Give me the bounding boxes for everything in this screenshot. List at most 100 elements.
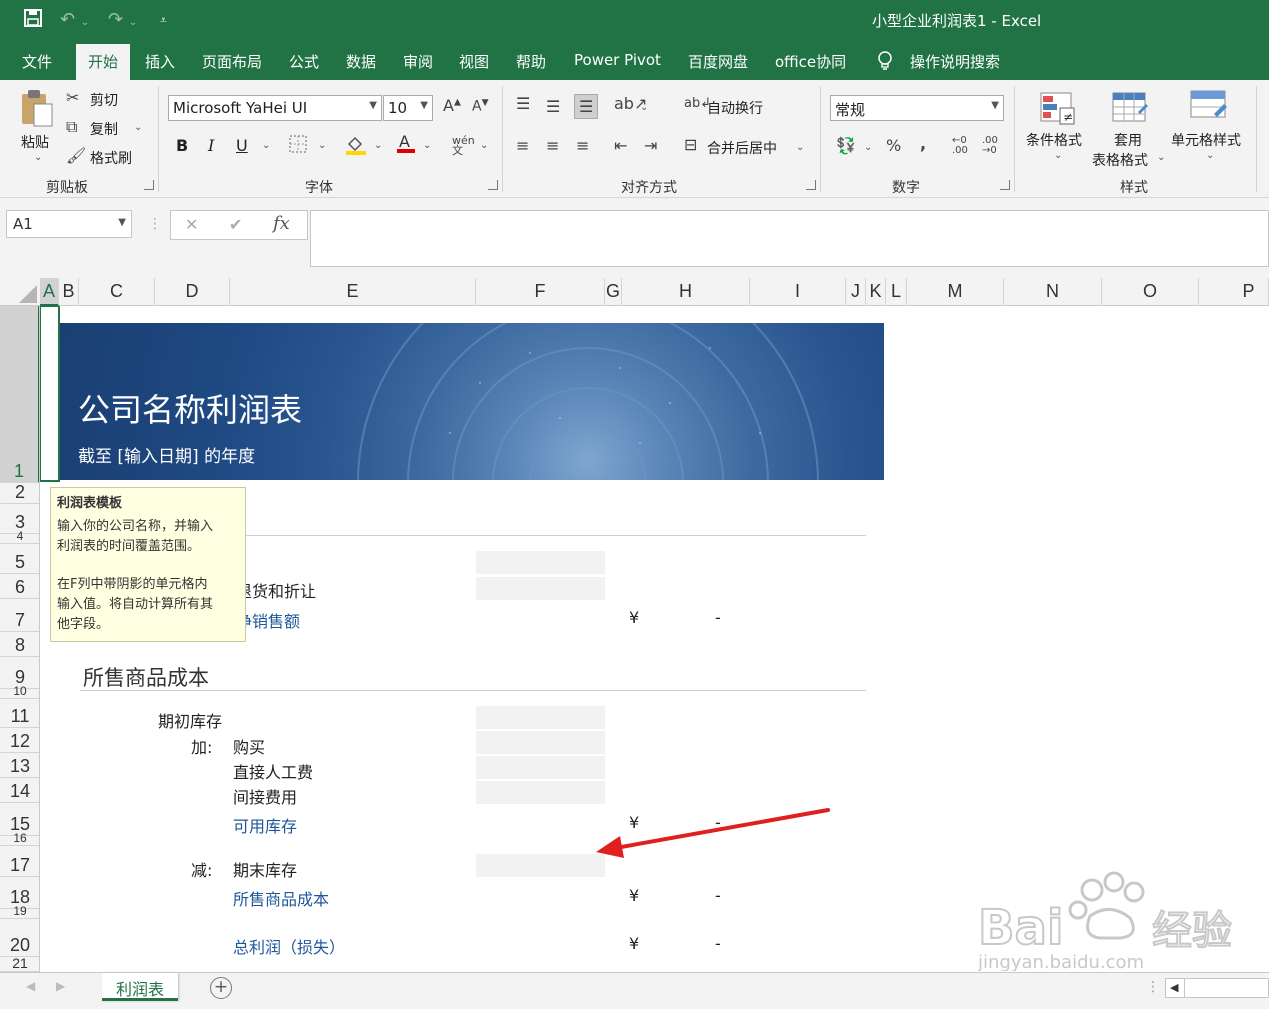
- column-header-b[interactable]: B: [59, 278, 79, 306]
- company-title[interactable]: 公司名称利润表: [78, 385, 302, 431]
- formula-input[interactable]: [310, 210, 1269, 267]
- overhead-label[interactable]: 间接费用: [233, 784, 297, 808]
- drag-handle-icon[interactable]: ⋮: [148, 216, 162, 232]
- direct-labor-label[interactable]: 直接人工费: [233, 759, 313, 783]
- insert-function-icon[interactable]: fx: [273, 213, 290, 234]
- tab-insert[interactable]: 插入: [145, 51, 175, 72]
- row-header-20[interactable]: 20: [0, 919, 39, 957]
- returns-label[interactable]: 退货和折让: [236, 578, 316, 602]
- conditional-format-icon[interactable]: ≠: [1040, 92, 1076, 130]
- border-icon[interactable]: [289, 135, 307, 157]
- column-header-g[interactable]: G: [605, 278, 622, 306]
- beginning-inventory-label[interactable]: 期初库存: [158, 708, 222, 732]
- table-format-dropdown-icon[interactable]: ⌄: [1157, 152, 1165, 163]
- add-prefix[interactable]: 加:: [191, 734, 212, 758]
- undo-icon[interactable]: ↶ ⌄: [60, 9, 89, 30]
- number-format-combo[interactable]: 常规 ▼: [830, 95, 1004, 121]
- copy-icon[interactable]: ⧉: [66, 117, 77, 137]
- horizontal-scrollbar[interactable]: ◀: [1165, 978, 1269, 998]
- column-header-e[interactable]: E: [230, 278, 476, 306]
- format-as-table-label-1[interactable]: 套用: [1114, 130, 1142, 150]
- cancel-icon[interactable]: ✕: [185, 215, 198, 234]
- tab-office-collab[interactable]: office协同: [775, 51, 846, 72]
- fill-color-dropdown-icon[interactable]: ⌄: [374, 140, 382, 151]
- currency-f7[interactable]: ¥: [629, 608, 639, 627]
- column-header-o[interactable]: O: [1102, 278, 1199, 306]
- currency-f20[interactable]: ¥: [629, 934, 639, 953]
- row-header-8[interactable]: 8: [0, 632, 39, 657]
- alignment-launcher-icon[interactable]: [806, 180, 816, 190]
- row-header-21[interactable]: 21: [0, 955, 39, 972]
- tab-help[interactable]: 帮助: [516, 51, 546, 72]
- font-color-dropdown-icon[interactable]: ⌄: [423, 140, 431, 151]
- row-header-2[interactable]: 2: [0, 482, 39, 504]
- merge-dropdown-icon[interactable]: ⌄: [796, 142, 804, 153]
- column-header-f[interactable]: F: [476, 278, 605, 306]
- tab-splitter-icon[interactable]: ⋮: [1146, 979, 1160, 995]
- row-header-4[interactable]: 4: [0, 529, 39, 544]
- period-subtitle[interactable]: 截至 [输入日期] 的年度: [78, 442, 255, 467]
- conditional-dropdown-icon[interactable]: ⌄: [1054, 150, 1062, 161]
- scroll-left-arrow-icon[interactable]: ◀: [1170, 981, 1178, 994]
- clipboard-launcher-icon[interactable]: [144, 180, 154, 190]
- copy-button[interactable]: 复制: [90, 119, 118, 139]
- ending-inventory-label[interactable]: 期末库存: [233, 857, 297, 881]
- merge-center-button[interactable]: 合并后居中: [707, 138, 777, 158]
- lightbulb-icon[interactable]: [877, 51, 893, 75]
- row-header-14[interactable]: 14: [0, 778, 39, 803]
- tab-formulas[interactable]: 公式: [289, 51, 319, 72]
- column-header-p[interactable]: P: [1199, 278, 1269, 306]
- purchases-label[interactable]: 购买: [233, 734, 265, 758]
- align-top-icon[interactable]: ☰: [516, 94, 530, 113]
- comma-style-icon[interactable]: ,: [920, 134, 926, 153]
- format-as-table-label-2[interactable]: 表格格式: [1092, 150, 1148, 170]
- row-header-10[interactable]: 10: [0, 684, 39, 699]
- wrap-text-button[interactable]: 自动换行: [707, 98, 763, 118]
- enter-icon[interactable]: ✔: [229, 215, 242, 234]
- number-launcher-icon[interactable]: [1000, 180, 1010, 190]
- percent-icon[interactable]: %: [886, 136, 901, 155]
- phonetic-guide-icon[interactable]: wén 文: [452, 135, 475, 156]
- input-cell-f12[interactable]: [476, 731, 605, 754]
- redo-icon[interactable]: ↷ ⌄: [108, 9, 137, 30]
- align-middle-icon[interactable]: ☰: [546, 97, 560, 116]
- tab-home[interactable]: 开始: [76, 44, 131, 80]
- fill-color-icon[interactable]: [345, 134, 367, 160]
- column-header-d[interactable]: D: [155, 278, 230, 306]
- available-inventory-label[interactable]: 可用库存: [233, 813, 297, 837]
- value-h18[interactable]: -: [715, 886, 721, 905]
- font-name-combo[interactable]: Microsoft YaHei UI ▼: [168, 95, 382, 121]
- scroll-left-icon[interactable]: ◀: [26, 979, 35, 993]
- tab-file[interactable]: 文件: [22, 51, 52, 72]
- copy-dropdown-icon[interactable]: ⌄: [134, 122, 142, 133]
- font-size-combo[interactable]: 10 ▼: [383, 95, 433, 121]
- input-cell-f5[interactable]: [476, 551, 605, 574]
- column-header-i[interactable]: I: [750, 278, 846, 306]
- tab-baidu-netdisk[interactable]: 百度网盘: [688, 51, 748, 72]
- column-header-k[interactable]: K: [866, 278, 886, 306]
- scroll-right-icon[interactable]: ▶: [56, 979, 65, 993]
- currency-f18[interactable]: ¥: [629, 886, 639, 905]
- align-bottom-icon[interactable]: ☰: [574, 94, 599, 119]
- conditional-format-button[interactable]: 条件格式: [1026, 130, 1082, 150]
- decrease-decimal-icon[interactable]: .00 →0: [982, 136, 998, 156]
- column-header-n[interactable]: N: [1004, 278, 1102, 306]
- row-header-13[interactable]: 13: [0, 753, 39, 778]
- merge-center-icon[interactable]: ⊟: [684, 135, 697, 154]
- tab-page-layout[interactable]: 页面布局: [202, 51, 262, 72]
- decrease-font-icon[interactable]: A▼: [472, 98, 489, 115]
- paste-icon[interactable]: [20, 88, 54, 132]
- tab-review[interactable]: 审阅: [403, 51, 433, 72]
- save-icon[interactable]: [24, 9, 42, 32]
- input-cell-f11[interactable]: [476, 706, 605, 729]
- cell-styles-icon[interactable]: [1190, 90, 1228, 128]
- format-as-table-icon[interactable]: [1112, 92, 1148, 130]
- row-header-19[interactable]: 19: [0, 904, 39, 919]
- paste-label[interactable]: 粘贴: [21, 132, 49, 152]
- increase-indent-icon[interactable]: ⇥: [644, 136, 657, 155]
- row-header-17[interactable]: 17: [0, 846, 39, 877]
- column-header-j[interactable]: J: [846, 278, 866, 306]
- increase-decimal-icon[interactable]: ←0.00: [952, 136, 968, 156]
- cut-button[interactable]: 剪切: [90, 90, 118, 110]
- align-left-icon[interactable]: ≡: [516, 136, 529, 155]
